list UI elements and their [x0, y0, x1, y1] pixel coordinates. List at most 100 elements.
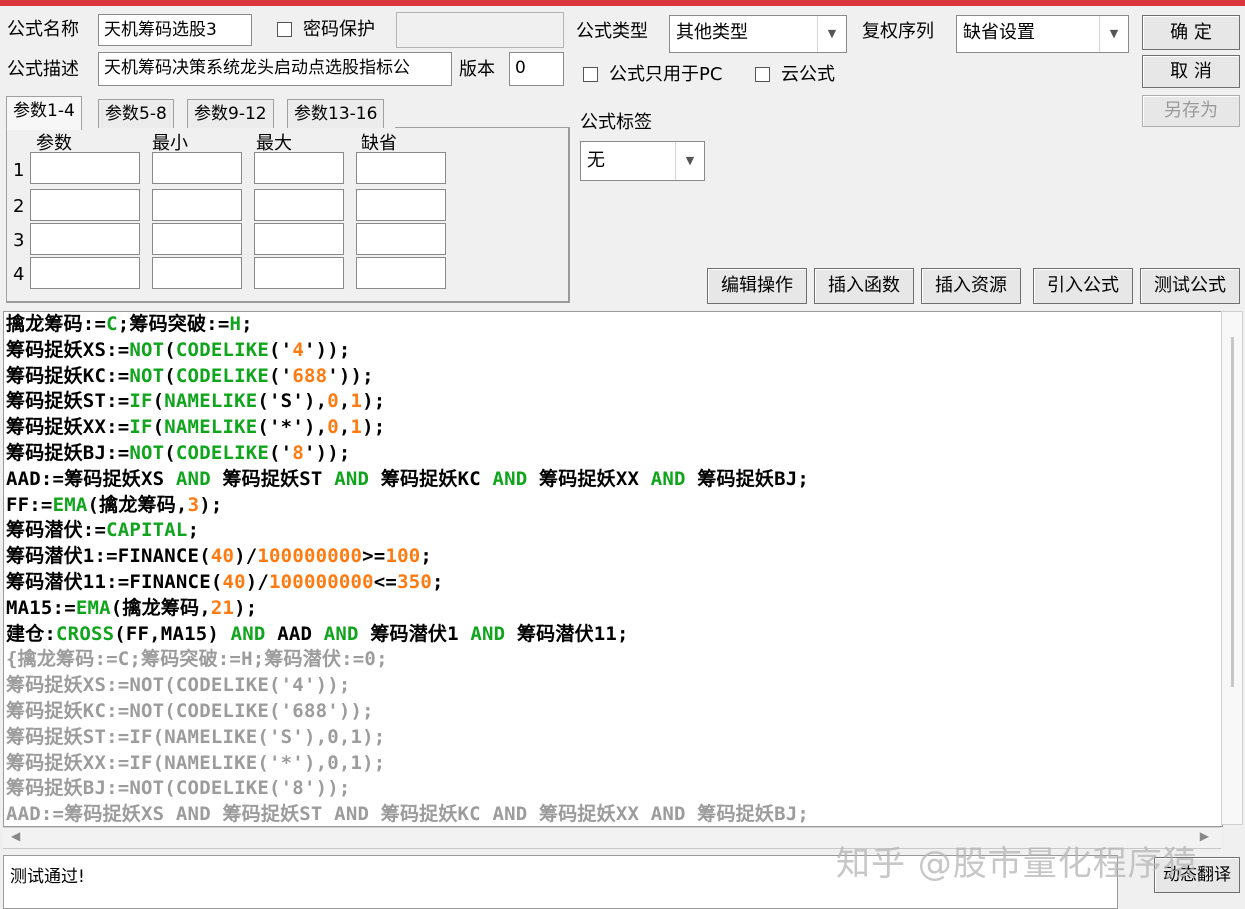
- password-protect-checkbox[interactable]: [277, 22, 292, 37]
- code-line: 筹码捉妖XX:=IF(NAMELIKE('*'),0,1);: [6, 415, 1216, 441]
- code-text: 筹码捉妖ST: [210, 467, 335, 490]
- param2-max-input[interactable]: [254, 189, 344, 221]
- chevron-down-icon[interactable]: ▼: [675, 142, 704, 180]
- chevron-down-icon[interactable]: ▼: [1099, 16, 1128, 52]
- test-formula-button[interactable]: 测试公式: [1140, 268, 1240, 304]
- formula-desc-input[interactable]: 天机筹码决策系统龙头启动点选股指标公: [98, 52, 452, 86]
- code-text: );: [362, 390, 386, 413]
- code-line: AAD:=筹码捉妖XS AND 筹码捉妖ST AND 筹码捉妖KC AND 筹码…: [6, 802, 1216, 826]
- code-number: 0: [327, 416, 339, 439]
- cloud-formula-checkbox[interactable]: [755, 67, 770, 82]
- formula-name-input[interactable]: 天机筹码选股3: [98, 14, 252, 46]
- code-line: 筹码捉妖XX:=IF(NAMELIKE('*'),0,1);: [6, 751, 1216, 777]
- param3-name-input[interactable]: [30, 223, 140, 255]
- cancel-button[interactable]: 取 消: [1142, 55, 1240, 88]
- tab-params-9-12[interactable]: 参数9-12: [187, 99, 274, 128]
- param4-name-input[interactable]: [30, 257, 140, 289]
- code-text: )/: [245, 570, 270, 593]
- tab-params-1-4[interactable]: 参数1-4: [6, 96, 82, 130]
- tab-params-13-16[interactable]: 参数13-16: [287, 99, 385, 128]
- ok-button[interactable]: 确 定: [1142, 15, 1240, 50]
- rights-series-value: 缺省设置: [963, 22, 1035, 43]
- code-text: 筹码潜伏1: [358, 622, 471, 645]
- code-text: (': [269, 364, 293, 387]
- watermark: 知乎 @股市量化程序猿: [836, 844, 1198, 884]
- chevron-down-icon[interactable]: ▼: [817, 16, 846, 52]
- param4-default-input[interactable]: [356, 257, 446, 289]
- code-text: 筹码捉妖XX:=: [6, 416, 130, 439]
- param1-default-input[interactable]: [356, 152, 446, 184]
- code-text: (FF,MA15): [114, 622, 231, 645]
- code-line: 筹码潜伏11:=FINANCE(40)/100000000<=350;: [6, 570, 1216, 596]
- code-number: 100000000: [257, 545, 363, 568]
- rights-series-select[interactable]: 缺省设置 ▼: [956, 15, 1129, 53]
- edit-ops-button[interactable]: 编辑操作: [707, 268, 807, 304]
- version-input[interactable]: 0: [509, 52, 564, 86]
- code-keyword: EMA: [52, 493, 88, 516]
- param1-max-input[interactable]: [254, 152, 344, 184]
- save-as-button[interactable]: 另存为: [1142, 95, 1240, 127]
- code-text: 筹码捉妖KC:=: [6, 364, 130, 387]
- param-row-num: 1: [13, 160, 25, 181]
- scrollbar-thumb[interactable]: [1231, 337, 1234, 687]
- code-number: 100: [385, 545, 421, 568]
- insert-function-button[interactable]: 插入函数: [814, 268, 914, 304]
- param4-max-input[interactable]: [254, 257, 344, 289]
- code-keyword: AND: [323, 622, 359, 645]
- code-text: 筹码潜伏1:=FINANCE(: [6, 545, 211, 568]
- code-line: 筹码捉妖XS:=NOT(CODELIKE('4'));: [6, 673, 1216, 699]
- param2-default-input[interactable]: [356, 189, 446, 221]
- password-input[interactable]: [396, 12, 564, 48]
- param3-max-input[interactable]: [254, 223, 344, 255]
- code-text: 筹码潜伏11:=FINANCE(: [6, 570, 223, 593]
- param1-name-input[interactable]: [30, 152, 140, 184]
- code-text: 筹码潜伏11;: [505, 622, 629, 645]
- code-keyword: CAPITAL: [106, 519, 188, 542]
- code-keyword: IF: [129, 416, 153, 439]
- code-text: );: [362, 416, 386, 439]
- status-text: 测试通过!: [10, 867, 85, 887]
- code-text: (: [152, 416, 165, 439]
- code-editor[interactable]: 擒龙筹码:=C;筹码突破:=H; 筹码捉妖XS:=NOT(CODELIKE('4'…: [3, 311, 1223, 827]
- code-keyword: CODELIKE: [175, 441, 270, 464]
- vertical-scrollbar[interactable]: [1221, 311, 1243, 825]
- code-keyword: AND: [470, 622, 506, 645]
- code-number: 21: [210, 596, 235, 619]
- tab-params-5-8[interactable]: 参数5-8: [98, 99, 174, 128]
- code-number: 40: [222, 570, 246, 593]
- scroll-right-icon[interactable]: ▶: [1200, 829, 1209, 843]
- code-number: 0: [327, 390, 339, 413]
- code-keyword: NOT: [129, 338, 165, 361]
- code-keyword: CODELIKE: [175, 364, 270, 387]
- param-row-num: 3: [13, 230, 25, 251]
- code-text: ;: [420, 545, 433, 568]
- code-text: 筹码捉妖XX: [527, 467, 651, 490]
- formula-type-value: 其他类型: [676, 22, 748, 43]
- param3-default-input[interactable]: [356, 223, 446, 255]
- code-text: (擒龙筹码,: [110, 596, 211, 619]
- formula-tag-select[interactable]: 无 ▼: [580, 141, 705, 181]
- param1-min-input[interactable]: [152, 152, 242, 184]
- code-text: 建仓:: [6, 622, 57, 645]
- code-line: MA15:=EMA(擒龙筹码,21);: [6, 596, 1216, 622]
- code-line: 擒龙筹码:=C;筹码突破:=H;: [6, 312, 1216, 338]
- param-row-num: 4: [13, 264, 25, 285]
- param3-min-input[interactable]: [152, 223, 242, 255]
- insert-resource-button[interactable]: 插入资源: [921, 268, 1021, 304]
- code-text: AAD: [265, 622, 324, 645]
- scroll-left-icon[interactable]: ◀: [11, 829, 20, 843]
- code-keyword: CROSS: [56, 622, 115, 645]
- code-text: );: [199, 493, 223, 516]
- code-text: ('S'),: [257, 390, 328, 413]
- pc-only-checkbox[interactable]: [583, 67, 598, 82]
- code-text: ;: [241, 313, 253, 335]
- code-text: ,: [338, 416, 351, 439]
- param4-min-input[interactable]: [152, 257, 242, 289]
- import-formula-button[interactable]: 引入公式: [1033, 268, 1133, 304]
- formula-type-select[interactable]: 其他类型 ▼: [669, 15, 847, 53]
- code-comment: {擒龙筹码:=C;筹码突破:=H;筹码潜伏:=0;: [6, 648, 388, 671]
- param2-min-input[interactable]: [152, 189, 242, 221]
- param2-name-input[interactable]: [30, 189, 140, 221]
- code-text: (: [164, 441, 176, 464]
- code-text: >=: [362, 545, 386, 568]
